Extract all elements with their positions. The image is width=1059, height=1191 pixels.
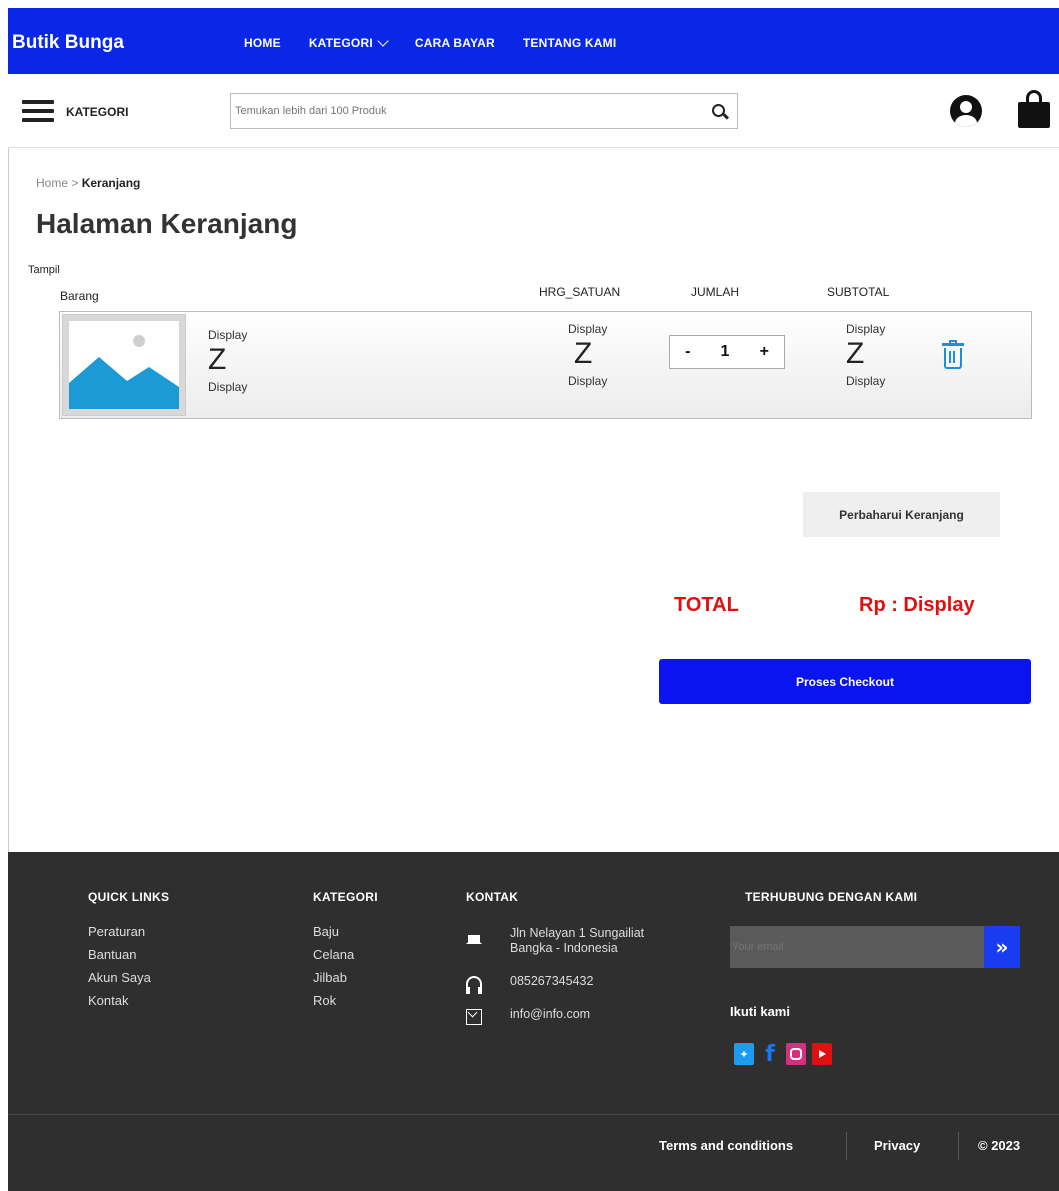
user-icon[interactable] — [950, 95, 982, 127]
total-value: Rp : Display — [859, 594, 975, 616]
footer-quick-links: QUICK LINKS Peraturan Bantuan Akun Saya … — [88, 890, 169, 1016]
subtotal-z: Z — [846, 337, 865, 370]
chevron-down-icon — [377, 34, 389, 47]
footer-connect: TERHUBUNG DENGAN KAMI — [745, 890, 917, 924]
search-box — [230, 93, 738, 129]
unit-price-z: Z — [574, 337, 593, 370]
footer-link-akun-saya[interactable]: Akun Saya — [88, 970, 169, 985]
unit-price-cell: Display Z Display — [568, 322, 607, 388]
footer-divider — [8, 1114, 1059, 1115]
search-input[interactable] — [231, 94, 691, 128]
footer-link-peraturan[interactable]: Peraturan — [88, 924, 169, 939]
nav-links: HOME KATEGORI CARA BAYAR TENTANG KAMI — [244, 34, 617, 50]
product-image — [62, 314, 186, 416]
col-header-price: HRG_SATUAN — [539, 285, 621, 299]
footer-separator — [958, 1132, 959, 1160]
breadcrumb-home[interactable]: Home — [36, 176, 68, 190]
hamburger-icon[interactable] — [22, 100, 54, 122]
terms-link[interactable]: Terms and conditions — [659, 1138, 793, 1153]
top-navbar: Butik Bunga HOME KATEGORI CARA BAYAR TEN… — [8, 8, 1059, 74]
trash-icon[interactable] — [942, 340, 964, 370]
unit-price-top: Display — [568, 322, 608, 336]
email-address[interactable]: info@info.com — [510, 1007, 590, 1021]
connect-title: TERHUBUNG DENGAN KAMI — [745, 890, 918, 904]
contact-address: Jln Nelayan 1 Sungailiat Bangka - Indone… — [466, 926, 644, 956]
nav-kategori-label: KATEGORI — [308, 36, 373, 50]
search-icon[interactable] — [712, 104, 725, 117]
kategori-menu-label[interactable]: KATEGORI — [66, 105, 128, 119]
home-icon — [466, 928, 482, 944]
subtotal-bottom: Display — [846, 374, 886, 388]
contact-phone: 085267345432 — [466, 974, 644, 994]
double-chevron-right-icon[interactable]: » — [984, 926, 1020, 968]
breadcrumb: Home > Keranjang — [36, 176, 140, 190]
shopping-bag-icon[interactable] — [1018, 90, 1050, 128]
footer-kategori: KATEGORI Baju Celana Jilbab Rok — [313, 890, 378, 1016]
product-name-bottom: Display — [208, 380, 248, 394]
qty-increment-button[interactable]: + — [760, 343, 769, 361]
qty-value[interactable]: 1 — [721, 343, 730, 361]
footer-kategori-baju[interactable]: Baju — [313, 924, 378, 939]
update-cart-button[interactable]: Perbaharui Keranjang — [803, 492, 1000, 537]
product-name-top: Display — [208, 328, 248, 342]
checkout-button[interactable]: Proses Checkout — [659, 659, 1031, 704]
newsletter-email-input[interactable] — [730, 926, 984, 968]
nav-tentang-kami[interactable]: TENTANG KAMI — [523, 36, 617, 50]
footer-link-bantuan[interactable]: Bantuan — [88, 947, 169, 962]
quick-links-title: QUICK LINKS — [88, 890, 170, 904]
kontak-title: KONTAK — [466, 890, 519, 904]
phone-number: 085267345432 — [510, 974, 594, 988]
nav-home[interactable]: HOME — [244, 36, 281, 50]
address-line1: Jln Nelayan 1 Sungailiat — [510, 926, 645, 940]
page-title: Halaman Keranjang — [36, 208, 298, 239]
total-label: TOTAL — [674, 594, 739, 616]
footer-kategori-celana[interactable]: Celana — [313, 947, 378, 962]
address-line2: Bangka - Indonesia — [510, 941, 618, 955]
qty-decrement-button[interactable]: - — [685, 343, 690, 361]
twitter-icon[interactable]: ✦ — [734, 1043, 754, 1065]
youtube-icon[interactable] — [812, 1043, 832, 1065]
footer-kontak: KONTAK Jln Nelayan 1 Sungailiat Bangka -… — [466, 890, 644, 1040]
footer: QUICK LINKS Peraturan Bantuan Akun Saya … — [8, 852, 1059, 1191]
nav-cara-bayar[interactable]: CARA BAYAR — [415, 36, 495, 50]
follow-label: Ikuti kami — [730, 1004, 790, 1019]
contact-email: info@info.com — [466, 1007, 644, 1025]
subtotal-top: Display — [846, 322, 886, 336]
unit-price-bottom: Display — [568, 374, 608, 388]
kategori-title: KATEGORI — [313, 890, 378, 904]
facebook-icon[interactable]: f — [760, 1042, 780, 1067]
subtotal-cell: Display Z Display — [846, 322, 885, 388]
col-header-subtotal: SUBTOTAL — [827, 285, 890, 299]
col-header-qty: JUMLAH — [691, 285, 740, 299]
instagram-icon[interactable] — [786, 1043, 806, 1065]
privacy-link[interactable]: Privacy — [874, 1138, 920, 1153]
footer-separator — [846, 1132, 847, 1160]
image-placeholder-icon — [69, 335, 179, 409]
footer-kategori-rok[interactable]: Rok — [313, 993, 378, 1008]
mail-icon — [466, 1009, 482, 1025]
newsletter-form: » — [730, 926, 1026, 968]
page-left-border — [8, 148, 9, 852]
footer-kategori-jilbab[interactable]: Jilbab — [313, 970, 378, 985]
headphone-icon — [466, 976, 482, 994]
copyright: © 2023 — [978, 1138, 1021, 1153]
category-search-bar: KATEGORI — [8, 74, 1059, 148]
col-header-barang: Barang — [60, 289, 99, 303]
quantity-stepper: - 1 + — [669, 335, 785, 369]
tampil-label: Tampil — [28, 264, 60, 276]
cart-item-row: Display Z Display Display Z Display - 1 … — [59, 311, 1032, 419]
breadcrumb-separator: > — [68, 176, 82, 190]
product-name-cell: Display Z Display — [208, 328, 247, 394]
breadcrumb-current: Keranjang — [81, 176, 141, 190]
product-name-z: Z — [208, 343, 227, 376]
nav-kategori[interactable]: KATEGORI — [308, 34, 389, 50]
social-icons: ✦ f — [734, 1042, 832, 1067]
brand-logo[interactable]: Butik Bunga — [12, 32, 124, 54]
footer-link-kontak[interactable]: Kontak — [88, 993, 169, 1008]
